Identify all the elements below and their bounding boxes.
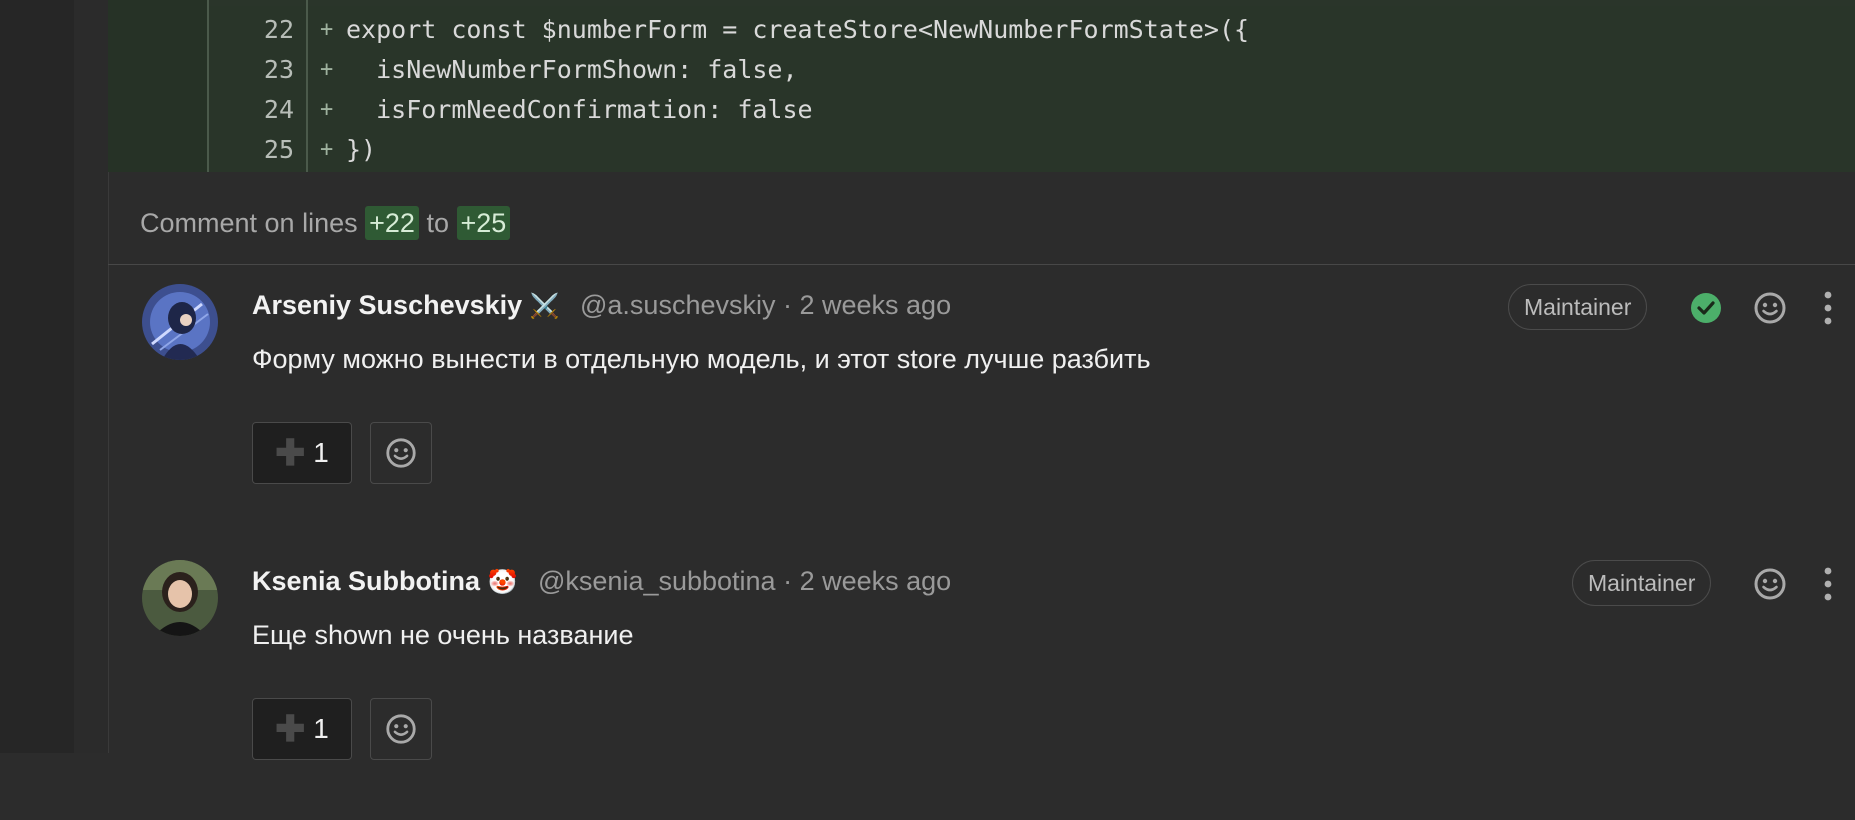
avatar[interactable]	[142, 284, 218, 360]
add-reaction-button[interactable]	[370, 422, 432, 484]
note-meta: @a.suschevskiy · 2 weeks ago	[580, 290, 951, 321]
more-actions-icon[interactable]	[1810, 566, 1846, 602]
smiley-icon	[386, 714, 416, 744]
author-handle[interactable]: @a.suschevskiy	[580, 290, 775, 320]
smiley-icon	[386, 438, 416, 468]
diff-line: 23 + isNewNumberFormShown: false,	[108, 50, 1855, 90]
more-actions-icon[interactable]	[1810, 290, 1846, 326]
author-name-text[interactable]: Ksenia Subbotina	[252, 566, 480, 596]
diff-line: 22 + export const $numberForm = createSt…	[108, 10, 1855, 50]
diff-block: 22 + export const $numberForm = createSt…	[108, 0, 1855, 172]
author-name[interactable]: Arseniy Suschevskiy ⚔️	[252, 290, 560, 321]
line-range-start: +22	[365, 206, 419, 240]
line-number[interactable]: 25	[228, 130, 294, 170]
note-body: Форму можно вынести в отдельную модель, …	[252, 344, 1151, 374]
line-number[interactable]: 24	[228, 90, 294, 130]
diff-left-margin	[74, 0, 109, 753]
page-gutter	[0, 0, 74, 753]
maintainer-badge: Maintainer	[1572, 560, 1712, 606]
divider	[108, 264, 1855, 265]
diff-previous-line	[108, 0, 1855, 6]
diff-added-marker: +	[320, 97, 334, 122]
avatar[interactable]	[142, 560, 218, 636]
resolved-check-icon[interactable]	[1688, 290, 1724, 326]
diff-added-marker: +	[320, 137, 334, 162]
code-line: isNewNumberFormShown: false,	[346, 55, 798, 84]
diff-added-marker: +	[320, 57, 334, 82]
comment-lines-prefix: Comment on lines	[140, 208, 358, 238]
diff-line: 24 + isFormNeedConfirmation: false	[108, 90, 1855, 130]
reaction-count: 1	[313, 713, 329, 744]
comment-lines-middle: to	[426, 208, 449, 238]
line-number[interactable]: 22	[228, 10, 294, 50]
thumbs-up-icon: ✚	[275, 708, 306, 749]
line-range-end: +25	[456, 206, 511, 240]
note-body: Еще shown не очень название	[252, 620, 634, 650]
diff-added-marker: +	[320, 17, 334, 42]
note-time[interactable]: · 2 weeks ago	[783, 566, 951, 596]
author-name-text[interactable]: Arseniy Suschevskiy	[252, 290, 522, 320]
add-reaction-icon[interactable]	[1752, 566, 1788, 602]
thumbs-up-icon: ✚	[275, 432, 306, 473]
note-meta: @ksenia_subbotina · 2 weeks ago	[538, 566, 951, 597]
author-name[interactable]: Ksenia Subbotina 🤡	[252, 566, 517, 597]
note-item: Arseniy Suschevskiy ⚔️ @a.suschevskiy · …	[140, 284, 1855, 544]
note-item: Ksenia Subbotina 🤡 @ksenia_subbotina · 2…	[140, 560, 1855, 820]
diff-line: 25 + })	[108, 130, 1855, 170]
swords-emoji-icon: ⚔️	[529, 293, 560, 320]
line-number[interactable]: 23	[228, 50, 294, 90]
add-reaction-icon[interactable]	[1752, 290, 1788, 326]
thumbs-up-reaction-button[interactable]: ✚ 1	[252, 698, 352, 760]
code-line: isFormNeedConfirmation: false	[346, 95, 813, 124]
maintainer-badge: Maintainer	[1508, 284, 1648, 330]
author-handle[interactable]: @ksenia_subbotina	[538, 566, 776, 596]
reaction-count: 1	[313, 437, 329, 468]
add-reaction-button[interactable]	[370, 698, 432, 760]
code-line: })	[346, 135, 377, 164]
code-line: export const $numberForm = createStore<N…	[346, 15, 1250, 44]
comment-lines-header: Comment on lines +22 to +25	[140, 206, 511, 240]
thumbs-up-reaction-button[interactable]: ✚ 1	[252, 422, 352, 484]
clown-emoji-icon: 🤡	[487, 569, 518, 596]
note-time[interactable]: · 2 weeks ago	[783, 290, 951, 320]
